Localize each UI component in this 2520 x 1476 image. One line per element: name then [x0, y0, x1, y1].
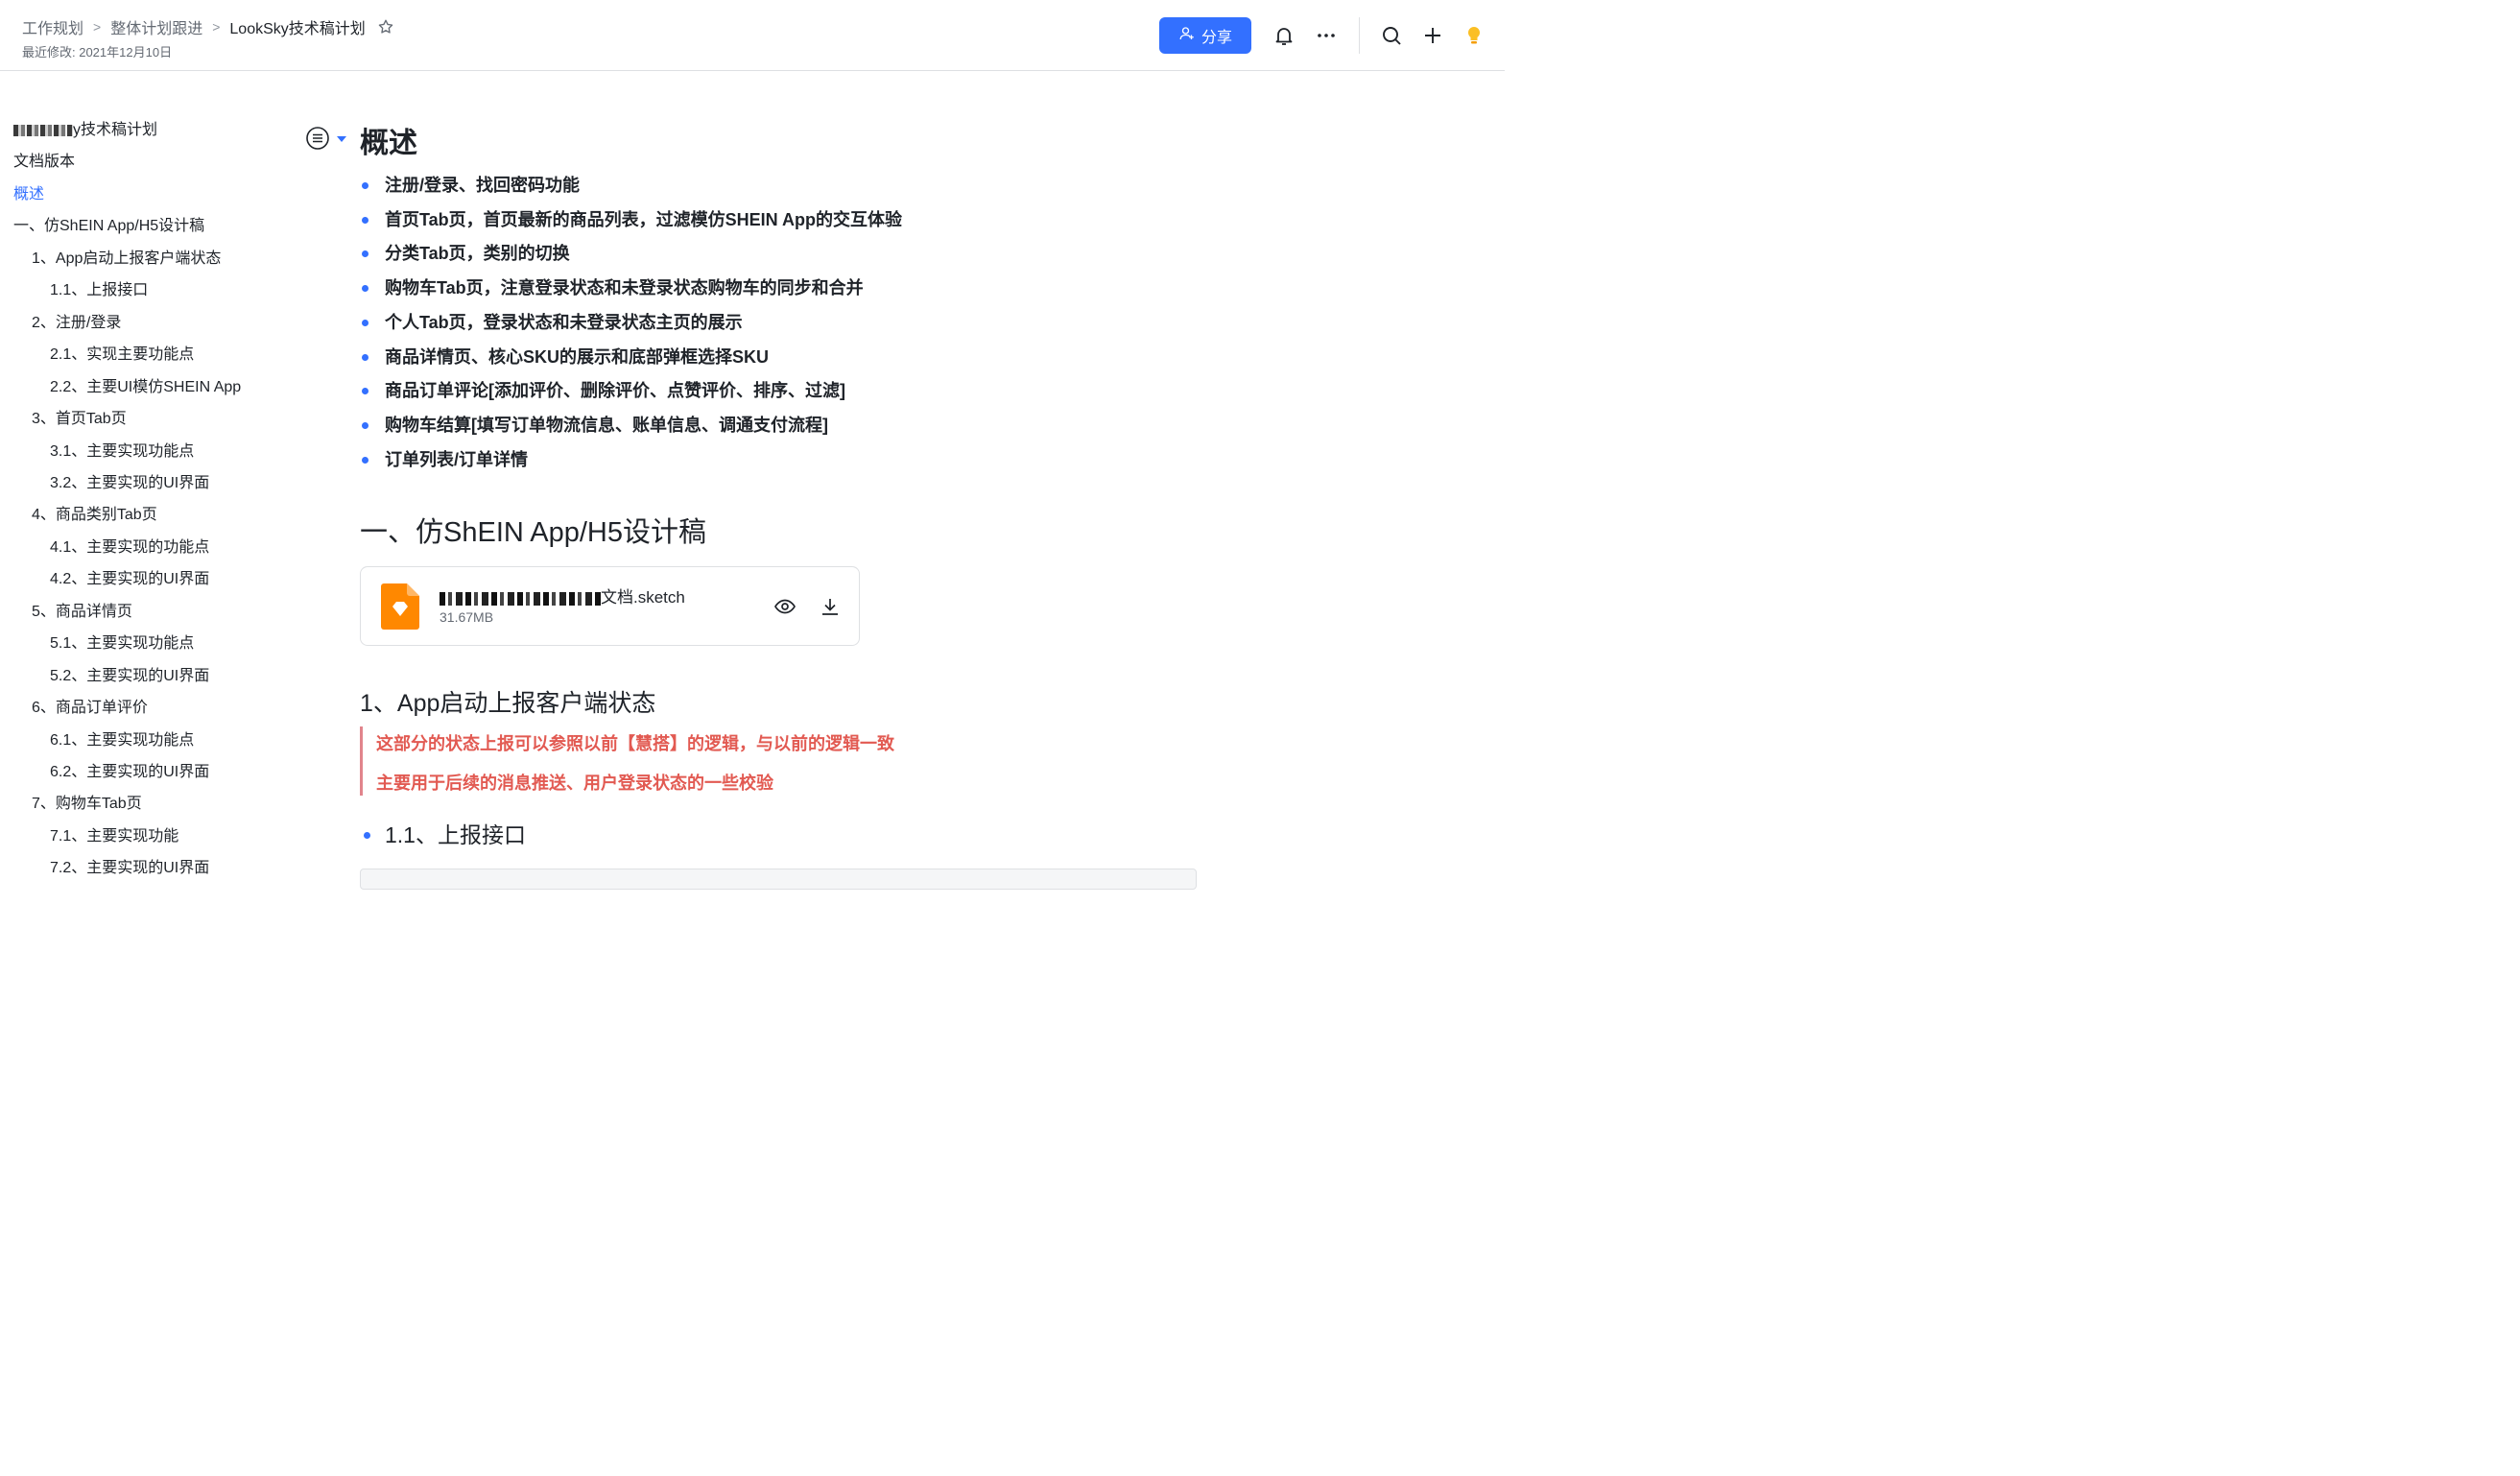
bullet-dot-icon: [362, 388, 368, 394]
sketch-file-icon: [381, 583, 419, 634]
toc-item-4[interactable]: 4、商品类别Tab页: [32, 504, 157, 527]
toc-item-section-1[interactable]: 一、仿ShEIN App/H5设计稿: [13, 215, 204, 238]
toc-item-1-1[interactable]: 1.1、上报接口: [50, 279, 148, 302]
toc-item-5[interactable]: 5、商品详情页: [32, 601, 132, 624]
bullet-dot-icon: [362, 285, 368, 292]
bullet-dot-icon: [362, 250, 368, 257]
toc-item-1[interactable]: 1、App启动上报客户端状态: [32, 248, 221, 271]
code-block[interactable]: [360, 869, 1197, 890]
bullet-dot-icon: [364, 832, 370, 839]
heading-outline-toggle[interactable]: [305, 126, 347, 155]
toc-item-7-2[interactable]: 7.2、主要实现的UI界面: [50, 857, 209, 880]
breadcrumb-item-work-plan[interactable]: 工作规划: [22, 15, 83, 38]
top-header: 工作规划 > 整体计划跟进 > LookSky技术稿计划 最近修改: 2021年…: [0, 0, 1505, 71]
lightbulb-icon[interactable]: [1460, 21, 1488, 50]
toc-item-5-2[interactable]: 5.2、主要实现的UI界面: [50, 665, 209, 688]
heading-overview: 概述: [360, 128, 417, 159]
list-circle-icon: [305, 126, 330, 155]
star-icon[interactable]: [377, 18, 394, 36]
breadcrumb: 工作规划 > 整体计划跟进 > LookSky技术稿计划: [22, 15, 394, 38]
share-button[interactable]: 分享: [1159, 17, 1251, 54]
caret-down-icon: [336, 132, 347, 150]
toc-item-4-2[interactable]: 4.2、主要实现的UI界面: [50, 568, 209, 591]
toc-item-4-1[interactable]: 4.1、主要实现的功能点: [50, 536, 209, 559]
add-user-icon: [1178, 25, 1196, 47]
toc-item-2[interactable]: 2、注册/登录: [32, 312, 121, 335]
heading-subsection-1: 1、App启动上报客户端状态: [360, 690, 656, 717]
file-size: 31.67MB: [440, 609, 494, 625]
toc-item-6[interactable]: 6、商品订单评价: [32, 697, 148, 720]
toc-item-2-2[interactable]: 2.2、主要UI模仿SHEIN App: [50, 376, 241, 399]
bullet-dot-icon: [362, 217, 368, 224]
share-button-label: 分享: [1201, 30, 1232, 46]
toc-item-7-1[interactable]: 7.1、主要实现功能: [50, 825, 178, 848]
eye-icon[interactable]: [773, 594, 797, 619]
toc-item-doc-version[interactable]: 文档版本: [13, 151, 75, 174]
toc-item-doc-title[interactable]: y技术稿计划: [13, 119, 157, 142]
file-name[interactable]: 文档.sketch: [440, 583, 685, 607]
bullet-dot-icon: [362, 320, 368, 326]
chevron-right-icon: >: [93, 19, 102, 35]
toc-item-6-2[interactable]: 6.2、主要实现的UI界面: [50, 761, 209, 784]
toc-item-2-1[interactable]: 2.1、实现主要功能点: [50, 344, 194, 367]
redacted-text: [440, 591, 601, 606]
bullet-dot-icon: [362, 182, 368, 189]
more-icon[interactable]: [1312, 21, 1341, 50]
redacted-text: [13, 124, 73, 136]
toc-item-overview[interactable]: 概述: [13, 183, 44, 206]
breadcrumb-item-overall-plan[interactable]: 整体计划跟进: [110, 15, 202, 38]
toc-item-5-1[interactable]: 5.1、主要实现功能点: [50, 632, 194, 655]
file-attachment-card[interactable]: 文档.sketch 31.67MB: [360, 566, 860, 646]
last-modified: 最近修改: 2021年12月10日: [22, 45, 173, 60]
toc-item-6-1[interactable]: 6.1、主要实现功能点: [50, 729, 194, 752]
toc-item-3-2[interactable]: 3.2、主要实现的UI界面: [50, 472, 209, 495]
toc-item-7[interactable]: 7、购物车Tab页: [32, 793, 142, 816]
download-icon[interactable]: [818, 594, 843, 619]
bell-icon[interactable]: [1270, 21, 1298, 50]
chevron-right-icon: >: [212, 19, 221, 35]
search-icon[interactable]: [1377, 21, 1406, 50]
plus-icon[interactable]: [1418, 21, 1447, 50]
bullet-dot-icon: [362, 354, 368, 361]
toc-item-3-1[interactable]: 3.1、主要实现功能点: [50, 440, 194, 464]
quote-line: 这部分的状态上报可以参照以前【慧搭】的逻辑，与以前的逻辑一致: [376, 734, 894, 753]
callout-quote: 这部分的状态上报可以参照以前【慧搭】的逻辑，与以前的逻辑一致 主要用于后续的消息…: [360, 726, 1032, 796]
bullet-dot-icon: [362, 422, 368, 429]
heading-section-1: 一、仿ShEIN App/H5设计稿: [360, 517, 706, 548]
bullet-dot-icon: [362, 457, 368, 464]
header-divider: [1359, 17, 1360, 54]
toc-item-3[interactable]: 3、首页Tab页: [32, 408, 127, 431]
breadcrumb-item-current-doc: LookSky技术稿计划: [229, 21, 366, 37]
quote-line: 主要用于后续的消息推送、用户登录状态的一些校验: [376, 774, 773, 793]
